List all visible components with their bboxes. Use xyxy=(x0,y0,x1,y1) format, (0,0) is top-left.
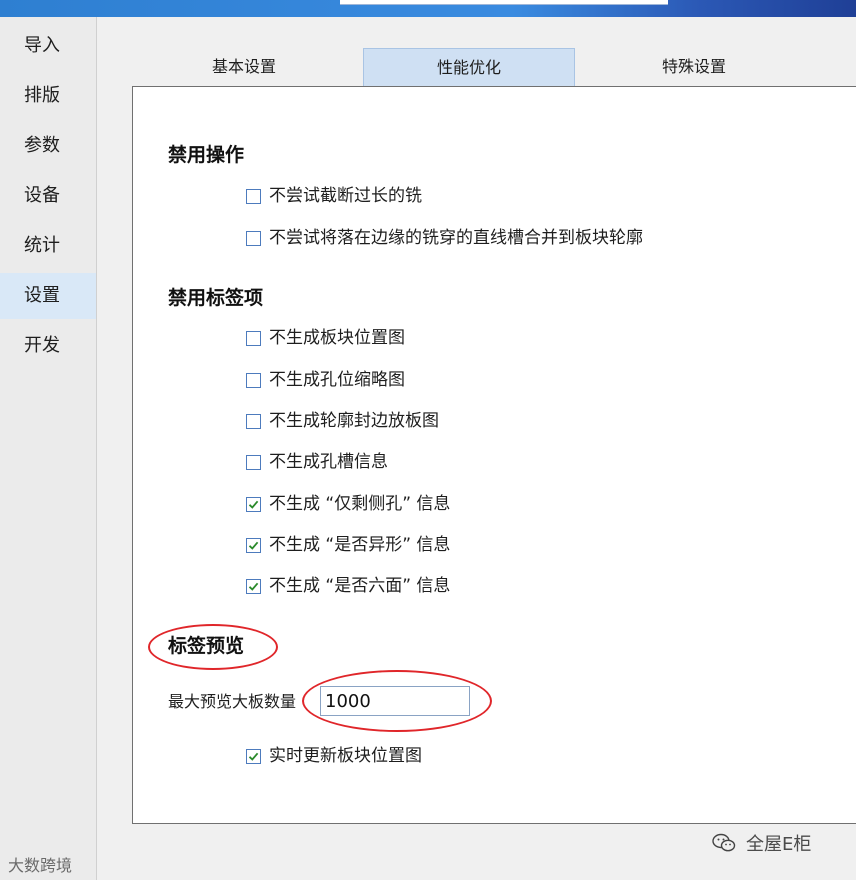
checkbox[interactable] xyxy=(246,454,261,470)
option-no-board-position-map[interactable]: 不生成板块位置图 xyxy=(246,328,405,348)
title-bar xyxy=(0,0,856,17)
watermark-left: 大数跨境 xyxy=(8,852,72,876)
checkbox-checked[interactable] xyxy=(246,537,261,553)
checkbox-checked[interactable] xyxy=(246,496,261,512)
option-no-hole-slot-info[interactable]: 不生成孔槽信息 xyxy=(246,452,388,472)
checkbox-checked[interactable] xyxy=(246,578,261,594)
tab-performance[interactable]: 性能优化 xyxy=(363,48,575,86)
sidebar-item-devices[interactable]: 设备 xyxy=(0,173,96,219)
option-no-side-hole-info[interactable]: 不生成 “仅剩侧孔” 信息 xyxy=(246,494,450,514)
option-label: 实时更新板块位置图 xyxy=(269,746,422,766)
option-label: 不生成 “是否异形” 信息 xyxy=(269,535,451,555)
checkbox[interactable] xyxy=(246,230,261,246)
tab-special-settings[interactable]: 特殊设置 xyxy=(588,48,800,86)
checkmark-icon xyxy=(248,752,259,761)
checkmark-icon xyxy=(248,500,259,509)
option-realtime-update-map[interactable]: 实时更新板块位置图 xyxy=(246,746,422,766)
option-label: 不生成板块位置图 xyxy=(269,328,405,348)
section-title-disable-labels: 禁用标签项 xyxy=(168,287,264,309)
max-preview-boards-input[interactable] xyxy=(320,686,470,716)
watermark-left-text: 大数跨境 xyxy=(8,856,73,875)
checkmark-icon xyxy=(248,541,259,550)
option-label: 不生成孔槽信息 xyxy=(269,452,388,472)
checkbox[interactable] xyxy=(246,372,261,388)
option-label: 不生成 “仅剩侧孔” 信息 xyxy=(269,494,451,514)
option-no-merge-slot[interactable]: 不尝试将落在边缘的铣穿的直线槽合并到板块轮廓 xyxy=(246,228,643,248)
sidebar-item-development[interactable]: 开发 xyxy=(0,323,96,369)
checkmark-icon xyxy=(248,582,259,591)
option-no-edge-banding-map[interactable]: 不生成轮廓封边放板图 xyxy=(246,411,439,431)
checkbox-checked[interactable] xyxy=(246,748,261,764)
tab-basic-settings[interactable]: 基本设置 xyxy=(138,48,350,86)
section-title-label-preview: 标签预览 xyxy=(168,635,245,657)
option-label: 不生成 “是否六面” 信息 xyxy=(269,576,451,596)
sidebar-item-import[interactable]: 导入 xyxy=(0,23,96,69)
checkbox[interactable] xyxy=(246,330,261,346)
settings-panel xyxy=(132,86,856,824)
checkbox[interactable] xyxy=(246,188,261,204)
option-label: 不尝试截断过长的铣 xyxy=(269,186,422,206)
watermark-right-text: 全屋E柜 xyxy=(746,834,812,855)
watermark-right: 全屋E柜 xyxy=(712,830,811,856)
title-bar-field[interactable] xyxy=(340,0,668,5)
option-label: 不生成孔位缩略图 xyxy=(269,370,405,390)
option-no-hole-thumbnail[interactable]: 不生成孔位缩略图 xyxy=(246,370,405,390)
option-no-irregular-info[interactable]: 不生成 “是否异形” 信息 xyxy=(246,535,450,555)
sidebar-item-parameters[interactable]: 参数 xyxy=(0,123,96,169)
option-no-six-face-info[interactable]: 不生成 “是否六面” 信息 xyxy=(246,576,450,596)
max-preview-boards-label: 最大预览大板数量 xyxy=(168,692,297,711)
option-no-truncate-mill[interactable]: 不尝试截断过长的铣 xyxy=(246,186,422,206)
section-title-disable-ops: 禁用操作 xyxy=(168,144,245,166)
app-window: 导入 排版 参数 设备 统计 设置 开发 基本设置 性能优化 特殊设置 禁用操作… xyxy=(0,0,856,880)
sidebar: 导入 排版 参数 设备 统计 设置 开发 xyxy=(0,17,97,880)
sidebar-item-statistics[interactable]: 统计 xyxy=(0,223,96,269)
option-label: 不尝试将落在边缘的铣穿的直线槽合并到板块轮廓 xyxy=(269,228,643,248)
sidebar-item-layout[interactable]: 排版 xyxy=(0,73,96,119)
sidebar-item-settings[interactable]: 设置 xyxy=(0,273,96,319)
wechat-icon xyxy=(712,833,736,852)
checkbox[interactable] xyxy=(246,413,261,429)
option-label: 不生成轮廓封边放板图 xyxy=(269,411,439,431)
